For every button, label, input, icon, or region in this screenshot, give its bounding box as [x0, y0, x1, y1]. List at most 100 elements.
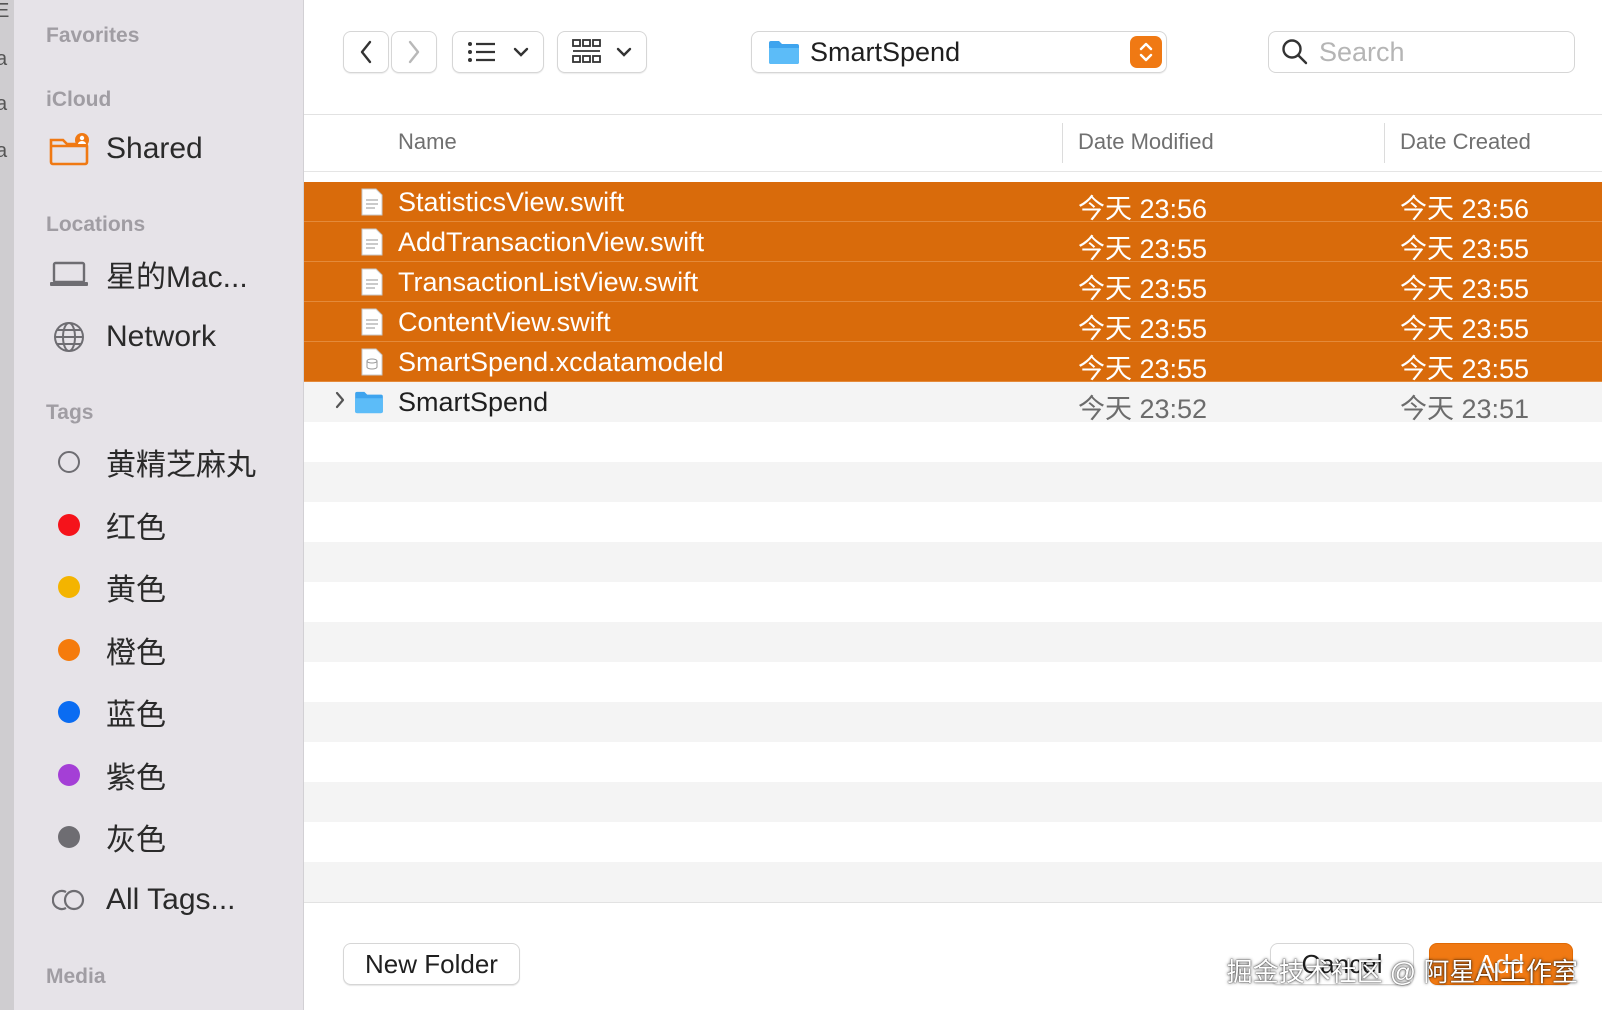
file-name: ContentView.swift	[398, 307, 611, 337]
empty-row	[304, 822, 1602, 862]
gray-tag-dot-icon	[46, 817, 92, 857]
search-field[interactable]	[1268, 31, 1575, 73]
disclosure-chevron-icon[interactable]	[334, 390, 346, 415]
document-icon	[360, 188, 384, 221]
column-name[interactable]: Name	[398, 129, 457, 155]
orange-tag-dot-icon	[46, 630, 92, 670]
red-tag-dot-icon	[46, 505, 92, 545]
file-date-modified: 今天 23:55	[1078, 274, 1208, 304]
sidebar-section-favorites: Favorites	[46, 24, 140, 47]
empty-row	[304, 462, 1602, 502]
sidebar-item-label: 黄色	[106, 574, 166, 607]
empty-row	[304, 502, 1602, 542]
file-date-created: 今天 23:55	[1400, 274, 1530, 304]
data-model-icon	[360, 348, 384, 381]
background-window-edge: Eaaa	[0, 0, 14, 1010]
sidebar-item-label: 橙色	[106, 637, 166, 670]
sidebar-tag-yellow[interactable]: 黄色	[46, 565, 166, 609]
empty-row	[304, 742, 1602, 782]
sidebar-tag-purple[interactable]: 紫色	[46, 753, 166, 797]
sidebar-tag-黄精芝麻丸[interactable]: 黄精芝麻丸	[46, 440, 256, 484]
sidebar-item-network[interactable]: Network	[46, 315, 216, 359]
toolbar: SmartSpend	[304, 0, 1602, 115]
file-name: SmartSpend.xcdatamodeld	[398, 347, 724, 377]
file-date-created: 今天 23:55	[1400, 354, 1530, 384]
forward-button[interactable]	[391, 31, 437, 73]
shared-folder-icon	[46, 129, 92, 169]
purple-tag-dot-icon	[46, 755, 92, 795]
sidebar-section-icloud: iCloud	[46, 88, 112, 111]
sidebar: Favorites iCloud Shared Locations 星的Mac.…	[14, 0, 304, 1010]
bottom-bar: New Folder Cancel Add 掘金技术社区 @ 阿星AI工作室	[304, 902, 1602, 1011]
list-view-menu-button[interactable]	[452, 31, 544, 73]
file-row-statisticsview[interactable]: StatisticsView.swift 今天 23:56 今天 23:56	[304, 182, 1602, 224]
list-icon	[468, 42, 495, 62]
sidebar-item-label: 红色	[106, 512, 166, 545]
folder-path-popup[interactable]: SmartSpend	[751, 31, 1167, 73]
sidebar-tag-orange[interactable]: 橙色	[46, 628, 166, 672]
chevron-down-icon	[513, 47, 529, 57]
grid-icon	[572, 39, 601, 63]
column-date-modified[interactable]: Date Modified	[1078, 129, 1214, 155]
empty-row	[304, 702, 1602, 742]
file-row-xcdatamodeld[interactable]: SmartSpend.xcdatamodeld 今天 23:55 今天 23:5…	[304, 342, 1602, 384]
document-icon	[360, 228, 384, 261]
current-folder-label: SmartSpend	[810, 36, 961, 67]
empty-row	[304, 662, 1602, 702]
sidebar-all-tags[interactable]: All Tags...	[46, 878, 236, 922]
sidebar-item-shared[interactable]: Shared	[46, 127, 203, 171]
empty-row	[304, 622, 1602, 662]
new-folder-button[interactable]: New Folder	[343, 943, 520, 985]
chevron-left-icon	[360, 40, 372, 64]
sidebar-item-mac[interactable]: 星的Mac...	[46, 252, 248, 296]
column-divider[interactable]	[1062, 123, 1063, 163]
file-list: StatisticsView.swift 今天 23:56 今天 23:56 A…	[304, 182, 1602, 902]
empty-row	[304, 422, 1602, 462]
empty-row	[304, 782, 1602, 822]
sidebar-item-label: Network	[106, 320, 217, 353]
all-tags-icon	[46, 880, 92, 920]
chevron-right-icon	[408, 40, 420, 64]
column-divider[interactable]	[1384, 123, 1385, 163]
sidebar-item-label: Shared	[106, 132, 203, 165]
column-date-created[interactable]: Date Created	[1400, 129, 1531, 155]
empty-row	[304, 542, 1602, 582]
sidebar-item-label: 黄精芝麻丸	[106, 449, 256, 482]
file-date-created: 今天 23:51	[1400, 394, 1530, 424]
sidebar-tag-blue[interactable]: 蓝色	[46, 690, 166, 734]
watermark-text: 掘金技术社区 @ 阿星AI工作室	[1226, 957, 1578, 987]
file-date-created: 今天 23:55	[1400, 234, 1530, 264]
sidebar-tag-red[interactable]: 红色	[46, 503, 166, 547]
tag-outline-icon	[46, 442, 92, 482]
sidebar-section-tags: Tags	[46, 401, 94, 424]
file-name: SmartSpend	[398, 387, 549, 417]
search-input[interactable]	[1317, 35, 1561, 69]
document-icon	[360, 268, 384, 301]
file-row-smartspend-folder[interactable]: SmartSpend 今天 23:52 今天 23:51	[304, 382, 1602, 424]
sidebar-section-locations: Locations	[46, 213, 146, 236]
folder-icon	[769, 41, 799, 64]
file-row-contentview[interactable]: ContentView.swift 今天 23:55 今天 23:55	[304, 302, 1602, 344]
file-date-modified: 今天 23:56	[1078, 194, 1208, 224]
sidebar-tag-gray[interactable]: 灰色	[46, 815, 166, 859]
yellow-tag-dot-icon	[46, 567, 92, 607]
sidebar-item-label: 蓝色	[106, 699, 166, 732]
empty-row	[304, 862, 1602, 902]
file-row-transactionlistview[interactable]: TransactionListView.swift 今天 23:55 今天 23…	[304, 262, 1602, 304]
file-date-modified: 今天 23:55	[1078, 314, 1208, 344]
sidebar-item-label: 灰色	[106, 824, 166, 857]
empty-row	[304, 582, 1602, 622]
search-icon	[1282, 39, 1308, 65]
globe-icon	[46, 317, 92, 357]
file-date-modified: 今天 23:52	[1078, 394, 1208, 424]
file-date-created: 今天 23:55	[1400, 314, 1530, 344]
back-button[interactable]	[343, 31, 389, 73]
laptop-icon	[46, 254, 92, 294]
file-date-modified: 今天 23:55	[1078, 234, 1208, 264]
group-view-menu-button[interactable]	[557, 31, 647, 73]
column-header: Name Date Modified Date Created	[304, 115, 1602, 172]
file-row-addtransactionview[interactable]: AddTransactionView.swift 今天 23:55 今天 23:…	[304, 222, 1602, 264]
up-down-chevron-icon	[1130, 36, 1162, 68]
blue-tag-dot-icon	[46, 692, 92, 732]
file-name: TransactionListView.swift	[398, 267, 699, 297]
